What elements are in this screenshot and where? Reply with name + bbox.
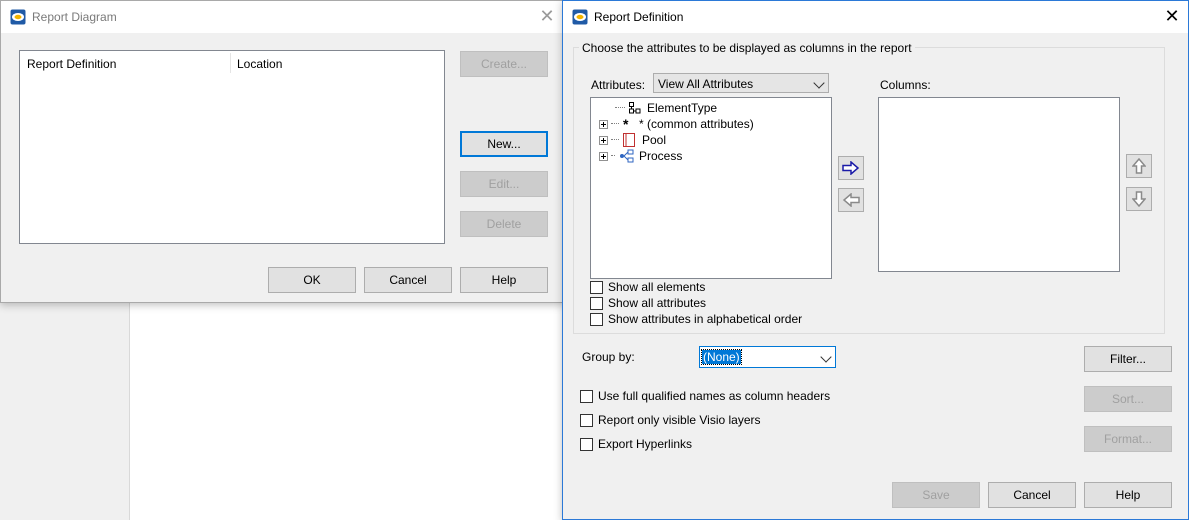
- columns-list[interactable]: [878, 97, 1120, 272]
- group-legend: Choose the attributes to be displayed as…: [579, 41, 915, 55]
- arrow-down-icon: [1132, 191, 1146, 207]
- show-all-attributes-checkbox[interactable]: Show all attributes: [590, 296, 706, 310]
- tree-item-label: * (common attributes): [639, 117, 754, 131]
- format-button[interactable]: Format...: [1084, 426, 1172, 452]
- checkbox-box[interactable]: [590, 296, 603, 310]
- tree-item-process[interactable]: Process: [599, 148, 682, 164]
- tree-item-label: ElementType: [647, 101, 718, 115]
- expand-icon[interactable]: [599, 151, 608, 161]
- attributes-tree[interactable]: ElementType * * (common attributes) Pool: [590, 97, 832, 279]
- column-header-location[interactable]: Location: [237, 57, 282, 71]
- title-bar: Report Definition ✕: [563, 1, 1188, 33]
- checkbox-label: Show all attributes: [608, 296, 707, 310]
- group-by-dropdown[interactable]: (None): [699, 346, 836, 368]
- report-definition-dialog: Report Definition ✕ Choose the attribute…: [562, 0, 1189, 520]
- chevron-down-icon: [820, 351, 832, 363]
- checkbox-label: Use full qualified names as column heade…: [598, 389, 831, 403]
- checkbox-box[interactable]: [580, 389, 593, 403]
- filter-button[interactable]: Filter...: [1084, 346, 1172, 372]
- column-header-row: Report Definition Location: [20, 51, 442, 75]
- chevron-down-icon: [813, 77, 825, 89]
- export-hyperlinks-checkbox[interactable]: Export Hyperlinks: [580, 437, 692, 451]
- process-icon: [620, 149, 634, 163]
- tree-item-label: Pool: [642, 133, 667, 147]
- tree-item-pool[interactable]: Pool: [599, 132, 666, 148]
- arrow-up-icon: [1132, 158, 1146, 174]
- background-panel: [0, 300, 130, 520]
- dialog-title: Report Diagram: [32, 10, 117, 24]
- cancel-button[interactable]: Cancel: [364, 267, 452, 293]
- show-all-elements-checkbox[interactable]: Show all elements: [590, 280, 705, 294]
- attributes-label: Attributes:: [591, 78, 646, 92]
- tree-item-common-attributes[interactable]: * * (common attributes): [599, 116, 754, 132]
- full-qualified-names-checkbox[interactable]: Use full qualified names as column heade…: [580, 389, 830, 403]
- checkbox-label: Show attributes in alphabetical order: [608, 312, 803, 326]
- checkbox-label: Report only visible Visio layers: [598, 413, 761, 427]
- sort-button[interactable]: Sort...: [1084, 386, 1172, 412]
- group-by-value: (None): [701, 349, 742, 365]
- move-down-button[interactable]: [1126, 187, 1152, 211]
- edit-button[interactable]: Edit...: [460, 171, 548, 197]
- checkbox-box[interactable]: [580, 413, 593, 427]
- asterisk-icon: *: [623, 116, 629, 132]
- save-button[interactable]: Save: [892, 482, 980, 508]
- checkbox-box[interactable]: [590, 312, 603, 326]
- alphabetical-order-checkbox[interactable]: Show attributes in alphabetical order: [590, 312, 802, 326]
- app-icon: [572, 9, 588, 25]
- visible-visio-layers-checkbox[interactable]: Report only visible Visio layers: [580, 413, 761, 427]
- expand-icon[interactable]: [599, 119, 608, 129]
- attributes-dropdown-value: View All Attributes: [658, 77, 754, 91]
- checkbox-box[interactable]: [580, 437, 593, 451]
- dialog-title: Report Definition: [594, 10, 684, 24]
- background-canvas: [130, 300, 570, 520]
- ok-button[interactable]: OK: [268, 267, 356, 293]
- report-list[interactable]: Report Definition Location: [19, 50, 445, 244]
- checkbox-label: Export Hyperlinks: [598, 437, 693, 451]
- attributes-dropdown[interactable]: View All Attributes: [653, 73, 829, 93]
- add-column-button[interactable]: [838, 156, 864, 180]
- checkbox-label: Show all elements: [608, 280, 706, 294]
- help-button[interactable]: Help: [1084, 482, 1172, 508]
- group-by-label: Group by:: [582, 350, 635, 364]
- delete-button[interactable]: Delete: [460, 211, 548, 237]
- element-type-icon: [629, 102, 641, 114]
- tree-item-label: Process: [639, 149, 683, 163]
- app-icon: [10, 9, 26, 25]
- tree-item-elementtype[interactable]: ElementType: [603, 100, 717, 116]
- title-bar: Report Diagram ✕: [1, 1, 565, 33]
- arrow-right-icon: [842, 161, 860, 175]
- checkbox-box[interactable]: [590, 280, 603, 294]
- column-header-report-definition[interactable]: Report Definition: [27, 57, 116, 71]
- create-button[interactable]: Create...: [460, 51, 548, 77]
- pool-icon: [623, 133, 635, 147]
- cancel-button[interactable]: Cancel: [988, 482, 1076, 508]
- arrow-left-icon: [842, 193, 860, 207]
- move-up-button[interactable]: [1126, 154, 1152, 178]
- close-icon[interactable]: ✕: [537, 7, 557, 27]
- expand-icon[interactable]: [599, 135, 608, 145]
- new-button[interactable]: New...: [460, 131, 548, 157]
- remove-column-button[interactable]: [838, 188, 864, 212]
- columns-label: Columns:: [880, 78, 931, 92]
- report-diagram-dialog: Report Diagram ✕ Report Definition Locat…: [0, 0, 566, 303]
- close-icon[interactable]: ✕: [1162, 7, 1182, 27]
- help-button[interactable]: Help: [460, 267, 548, 293]
